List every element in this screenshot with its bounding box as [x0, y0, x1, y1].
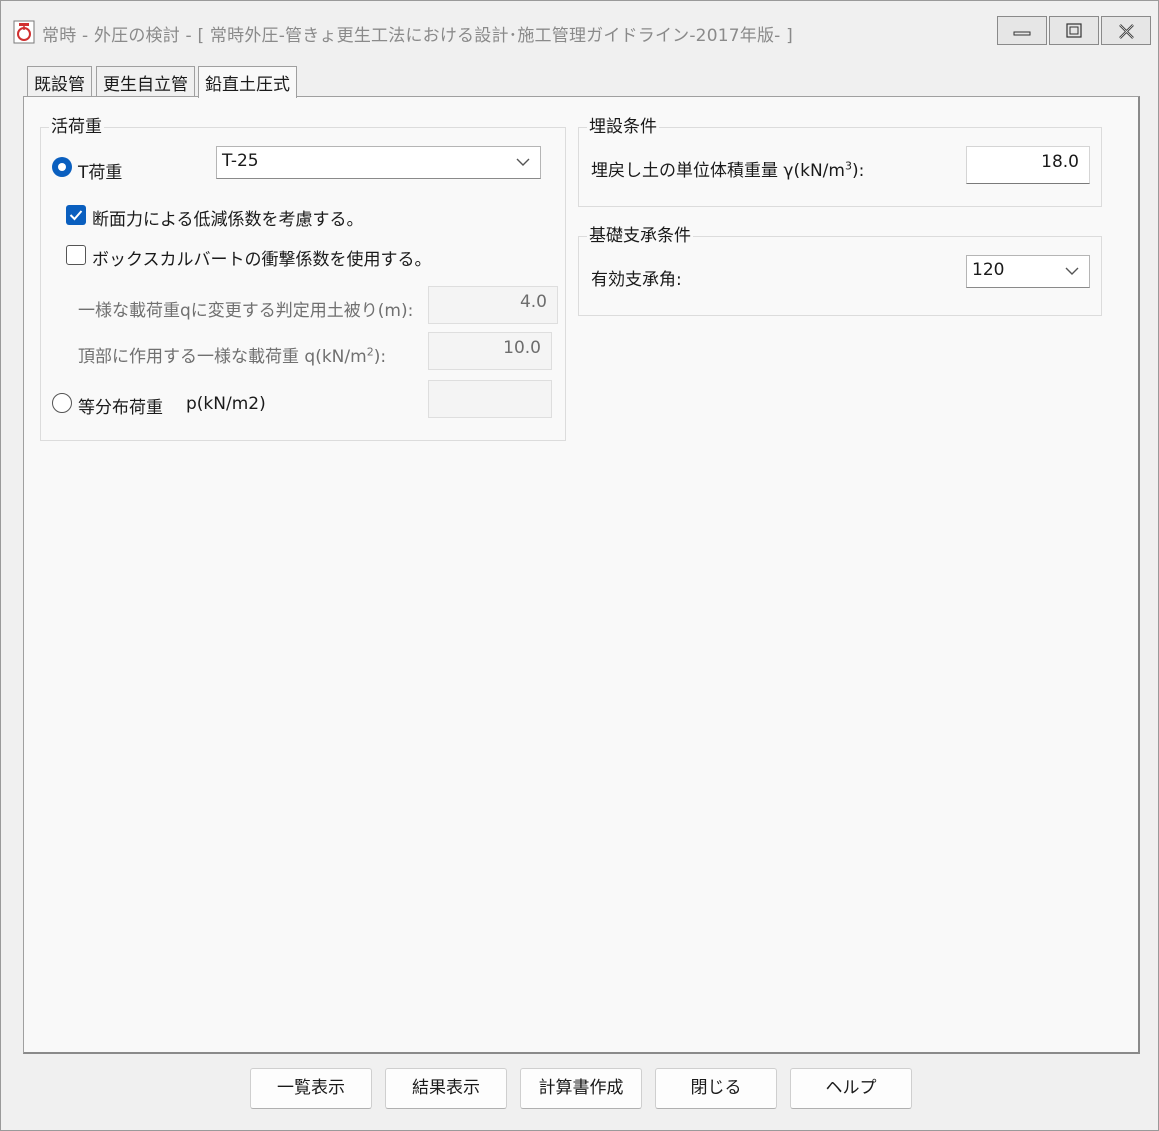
box-culvert-checkbox[interactable]	[66, 245, 86, 265]
cover-depth-input[interactable]: 4.0	[428, 286, 558, 324]
cover-depth-label: 一様な載荷重qに変更する判定用土被り(m):	[78, 301, 414, 321]
restore-button[interactable]	[1049, 16, 1099, 45]
box-culvert-checkbox-label: ボックスカルバートの衝撃係数を使用する。	[92, 250, 432, 270]
tab-existing-pipe[interactable]: 既設管	[27, 66, 92, 97]
chevron-down-icon	[516, 158, 530, 166]
t-load-label: T荷重	[78, 163, 123, 183]
create-report-button[interactable]: 計算書作成	[520, 1068, 642, 1109]
live-load-group-label: 活荷重	[49, 117, 104, 137]
t-load-radio[interactable]	[52, 157, 72, 177]
app-icon	[13, 20, 35, 44]
bearing-angle-label: 有効支承角:	[591, 270, 682, 290]
reduction-checkbox[interactable]	[66, 205, 86, 225]
close-icon	[1119, 24, 1134, 39]
distributed-load-radio[interactable]	[52, 393, 72, 413]
tab-panel: 活荷重 T荷重 T-25 断面力による低減係数を考慮する。 ボックスカルバートの…	[23, 96, 1140, 1054]
uniform-load-value: 10.0	[503, 338, 541, 358]
distributed-load-unit: p(kN/m2)	[186, 394, 266, 414]
window-title: 常時 - 外圧の検討 - [ 常時外圧-管きょ更生工法における設計･施工管理ガイ…	[42, 26, 793, 46]
chevron-down-icon	[1065, 267, 1079, 275]
t-load-select[interactable]: T-25	[216, 146, 541, 179]
burial-group: 埋設条件 埋戻し土の単位体積重量 γ(kN/m3): 18.0	[578, 117, 1102, 207]
close-dialog-button[interactable]: 閉じる	[655, 1068, 777, 1109]
close-button[interactable]	[1101, 16, 1151, 45]
reduction-checkbox-label: 断面力による低減係数を考慮する。	[92, 210, 364, 230]
unit-weight-input[interactable]: 18.0	[966, 146, 1090, 184]
bearing-angle-select[interactable]: 120	[966, 255, 1090, 288]
tab-rehab-pipe[interactable]: 更生自立管	[96, 66, 195, 97]
dialog-window: 常時 - 外圧の検討 - [ 常時外圧-管きょ更生工法における設計･施工管理ガイ…	[0, 0, 1159, 1131]
distributed-load-input[interactable]	[428, 380, 552, 418]
burial-group-label: 埋設条件	[587, 117, 659, 137]
uniform-load-label: 頂部に作用する一様な載荷重 q(kN/m2):	[78, 345, 387, 367]
minimize-button[interactable]	[997, 16, 1047, 45]
cover-depth-value: 4.0	[519, 292, 547, 312]
checkmark-icon	[69, 210, 83, 221]
minimize-icon	[1013, 31, 1031, 36]
live-load-group: 活荷重 T荷重 T-25 断面力による低減係数を考慮する。 ボックスカルバートの…	[40, 117, 566, 441]
t-load-select-value: T-25	[222, 151, 259, 171]
unit-weight-label: 埋戻し土の単位体積重量 γ(kN/m3):	[591, 159, 865, 181]
tab-vertical-earth-pressure[interactable]: 鉛直土圧式	[198, 66, 297, 98]
title-bar: 常時 - 外圧の検討 - [ 常時外圧-管きょ更生工法における設計･施工管理ガイ…	[1, 1, 1158, 63]
results-button[interactable]: 結果表示	[385, 1068, 507, 1109]
list-view-button[interactable]: 一覧表示	[250, 1068, 372, 1109]
restore-icon	[1066, 23, 1082, 38]
foundation-group: 基礎支承条件 有効支承角: 120	[578, 226, 1102, 316]
foundation-group-label: 基礎支承条件	[587, 226, 693, 246]
help-button[interactable]: ヘルプ	[790, 1068, 912, 1109]
uniform-load-input[interactable]: 10.0	[428, 332, 552, 370]
distributed-load-label: 等分布荷重	[78, 398, 163, 418]
unit-weight-value: 18.0	[1041, 152, 1079, 172]
bearing-angle-value: 120	[972, 260, 1005, 280]
